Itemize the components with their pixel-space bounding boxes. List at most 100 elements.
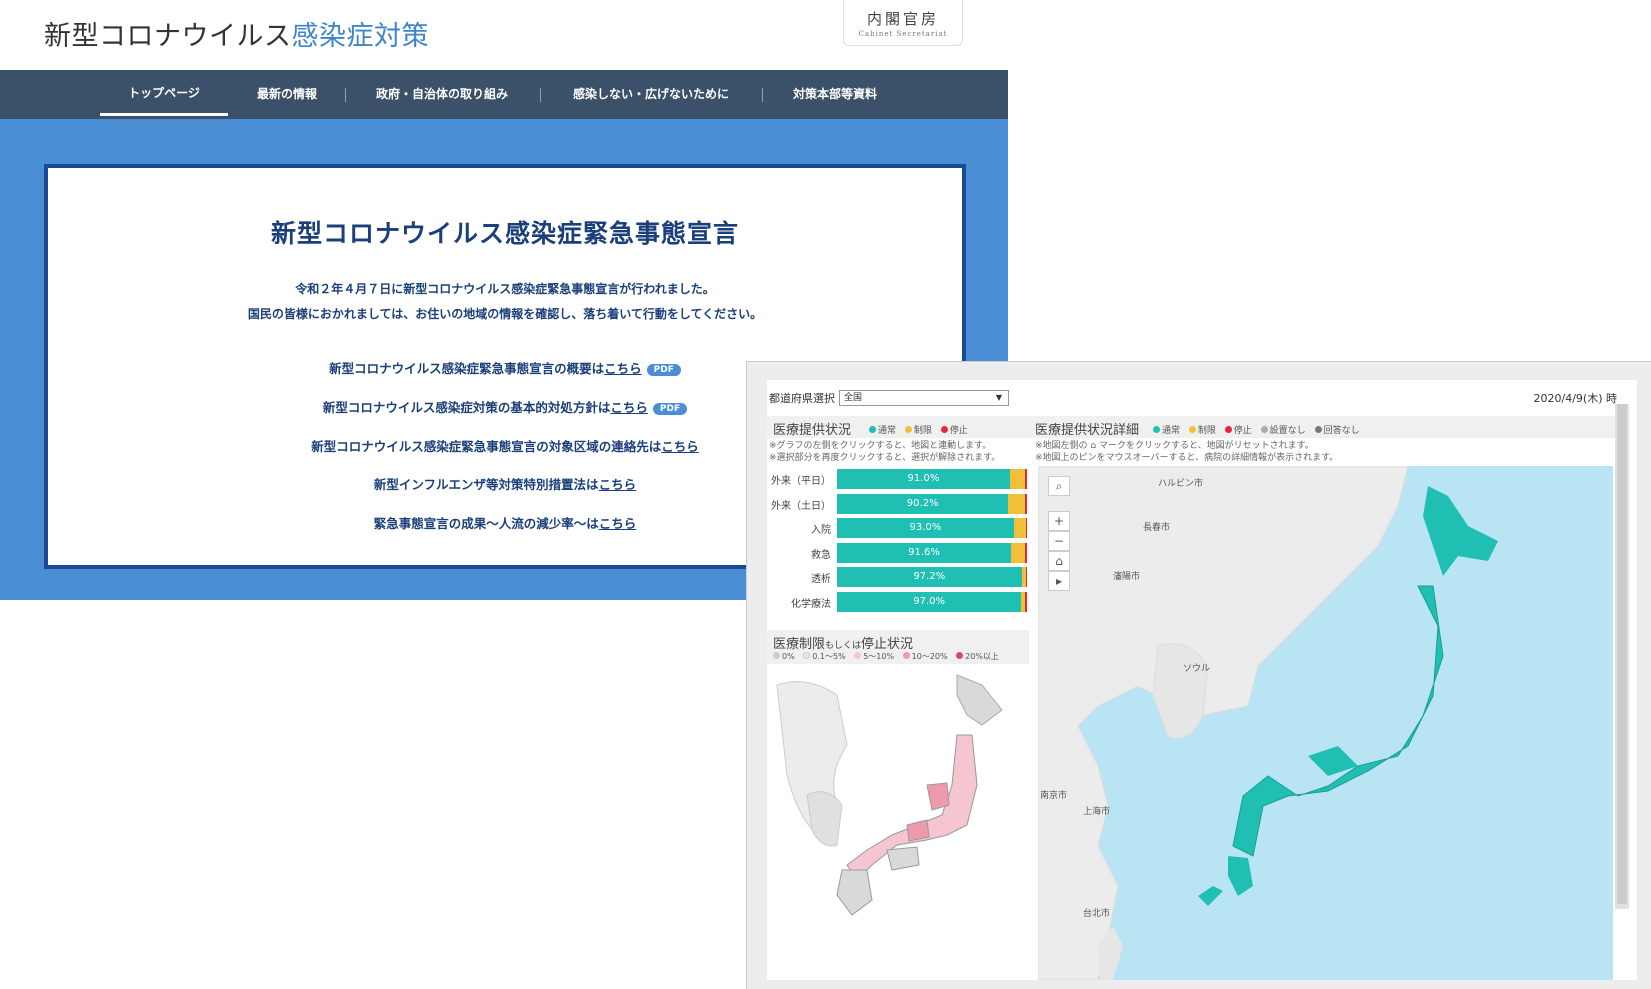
city-label: ハルビン市 — [1158, 479, 1204, 489]
restriction-title-a: 医療制限 — [773, 637, 826, 652]
chevron-down-icon: ▼ — [995, 393, 1002, 402]
bar-normal-segment[interactable]: 97.2% — [837, 567, 1022, 587]
nav-separator — [345, 88, 346, 102]
people-flow-results-link[interactable]: こちら — [599, 516, 637, 531]
bar-row[interactable]: 化学療法 97.0% — [767, 591, 1027, 614]
map-search-button[interactable]: ⌕ — [1048, 476, 1070, 496]
city-label: 台北市 — [1083, 909, 1111, 919]
bar-row[interactable]: 入院 93.0% — [767, 518, 1027, 540]
city-label: 南京市 — [1040, 791, 1068, 801]
prefecture-shape — [926, 782, 950, 811]
status-bar-chart: 外来（平日） 91.0% 外来（土日） 90.2% 入院 93.0% 救急 91.6% 透析 97… — [767, 469, 1029, 619]
bar-stopped-segment — [1025, 542, 1027, 563]
bar-row[interactable]: 外来（土日） 90.2% — [767, 493, 1027, 516]
zoom-out-button[interactable]: − — [1048, 531, 1070, 551]
legend-label: 通常 — [1162, 426, 1181, 436]
bar-normal-segment[interactable]: 97.0% — [837, 591, 1022, 612]
hospital-map-svg — [1038, 466, 1498, 980]
link-row-text: 新型コロナウイルス感染症緊急事態宣言の概要は — [329, 361, 605, 376]
legend-dot — [803, 652, 811, 659]
medical-status-dashboard: 都道府県選択 全国 ▼ 2020/4/9(木) 時 医療提供状況 通常 制限 停… — [746, 361, 1651, 989]
bar-stopped-segment — [1025, 493, 1027, 514]
legend-dot — [1260, 426, 1268, 433]
legend-label: 回答なし — [1323, 426, 1360, 436]
city-label: 長春市 — [1143, 523, 1171, 533]
notice-title: 新型コロナウイルス感染症緊急事態宣言 — [270, 219, 739, 248]
bar-row[interactable]: 透析 97.2% — [767, 567, 1027, 589]
choropleth-svg — [776, 674, 1003, 916]
restriction-choropleth-map[interactable] — [767, 665, 1029, 955]
link-row-text: 新型コロナウイルス感染症緊急事態宣言の対象区域の連絡先は — [311, 439, 662, 454]
restriction-title-c: 停止状況 — [861, 637, 914, 652]
nav-government-efforts[interactable]: 政府・自治体の取り組み — [362, 70, 522, 119]
status-panel-title: 医療提供状況 — [773, 423, 852, 438]
status-panel-header: 医療提供状況 通常 制限 停止 — [767, 416, 1029, 438]
okinawa-pins — [1198, 886, 1223, 906]
site-title[interactable]: 新型コロナウイルス感染症対策 — [44, 14, 429, 53]
bar-limited-segment: 90.2% — [837, 493, 1027, 514]
bar-category-label[interactable]: 透析 — [811, 570, 831, 585]
legend-dot — [956, 652, 964, 659]
bar-normal-segment[interactable]: 91.0% — [837, 469, 1010, 489]
bar-category-label[interactable]: 外来（土日） — [771, 497, 831, 512]
legend-dot — [1188, 426, 1196, 433]
basic-policy-pdf-link[interactable]: こちら — [610, 400, 648, 415]
bar-row[interactable]: 外来（平日） 91.0% — [767, 469, 1027, 491]
logo-kanji: 内閣官房 — [866, 10, 939, 28]
city-label: ソウル — [1183, 664, 1211, 674]
hospital-pin-map[interactable]: ⌕ + − ⌂ ▸ ハルビン市 長春市 瀋陽市 ソウル 南京市 上海市 台北市 — [1038, 466, 1613, 980]
legend-dot — [1224, 426, 1232, 433]
kyushu-pins — [1228, 856, 1253, 896]
bar-category-label[interactable]: 入院 — [811, 521, 831, 536]
bar-category-label[interactable]: 外来（平日） — [771, 472, 831, 487]
dashboard-scrollbar[interactable] — [1615, 404, 1629, 909]
nav-headquarters-docs[interactable]: 対策本部等資料 — [780, 70, 890, 119]
bar-limited-segment: 91.0% — [837, 469, 1027, 489]
bar-category-label[interactable]: 救急 — [811, 546, 831, 561]
bar-stopped-segment — [1025, 591, 1027, 612]
nav-prevention[interactable]: 感染しない・広げないために — [558, 70, 744, 119]
notice-body-line-1: 令和２年４月７日に新型コロナウイルス感染症緊急事態宣言が行われました。 — [295, 282, 715, 296]
dashboard-date: 2020/4/9(木) 時 — [1533, 392, 1617, 405]
bar-limited-segment: 97.0% — [837, 591, 1027, 612]
status-note-2: ※選択部分を再度クリックすると、選択が解除されます。 — [769, 453, 1001, 463]
hokkaido-pins — [1423, 486, 1498, 576]
bar-row[interactable]: 救急 91.6% — [767, 542, 1027, 565]
pdf-badge: PDF — [646, 364, 681, 376]
bar-stopped-segment — [1025, 567, 1027, 587]
bar-normal-segment[interactable]: 90.2% — [837, 493, 1009, 514]
special-measures-act-link[interactable]: こちら — [599, 477, 637, 492]
prefecture-select[interactable]: 全国 ▼ — [839, 390, 1009, 406]
city-label: 瀋陽市 — [1113, 572, 1141, 582]
legend-label: 通常 — [878, 426, 897, 436]
nav-separator — [540, 88, 541, 102]
link-row-text: 緊急事態宣言の成果～人流の減少率～は — [373, 516, 599, 531]
prefecture-shape — [906, 819, 930, 842]
contacts-link[interactable]: こちら — [661, 439, 699, 454]
detail-panel-title: 医療提供状況詳細 — [1035, 423, 1140, 438]
prefecture-select-value: 全国 — [844, 393, 863, 403]
map-home-button[interactable]: ⌂ — [1048, 551, 1070, 571]
scrollbar-thumb[interactable] — [1617, 404, 1627, 904]
bar-normal-segment[interactable]: 91.6% — [837, 542, 1012, 563]
korea-peninsula-shape — [1152, 643, 1209, 739]
map-play-button[interactable]: ▸ — [1048, 571, 1070, 591]
cabinet-secretariat-logo[interactable]: 内閣官房 Cabinet Secretariat — [843, 0, 963, 46]
nav-top-page[interactable]: トップページ — [100, 70, 228, 116]
bar-normal-segment[interactable]: 93.0% — [837, 518, 1014, 538]
overview-pdf-link[interactable]: こちら — [604, 361, 642, 376]
nav-latest-info[interactable]: 最新の情報 — [246, 70, 328, 119]
legend-dot — [1153, 426, 1160, 433]
status-note-1: ※グラフの左側をクリックすると、地図と連動します。 — [769, 441, 992, 451]
shikoku-shape — [886, 846, 920, 871]
legend-label: 停止 — [949, 426, 968, 436]
legend-label: 10～20% — [911, 652, 948, 661]
legend-dot — [902, 652, 910, 659]
zoom-in-button[interactable]: + — [1048, 511, 1070, 531]
bar-category-label[interactable]: 化学療法 — [791, 595, 831, 610]
restriction-panel-title: 医療制限もしくは停止状況 — [773, 633, 913, 652]
prefecture-select-label: 都道府県選択 — [769, 392, 835, 405]
global-nav: トップページ 最新の情報 政府・自治体の取り組み 感染しない・広げないために 対… — [0, 70, 1008, 119]
korea-shape — [806, 791, 843, 847]
nav-separator — [762, 88, 763, 102]
